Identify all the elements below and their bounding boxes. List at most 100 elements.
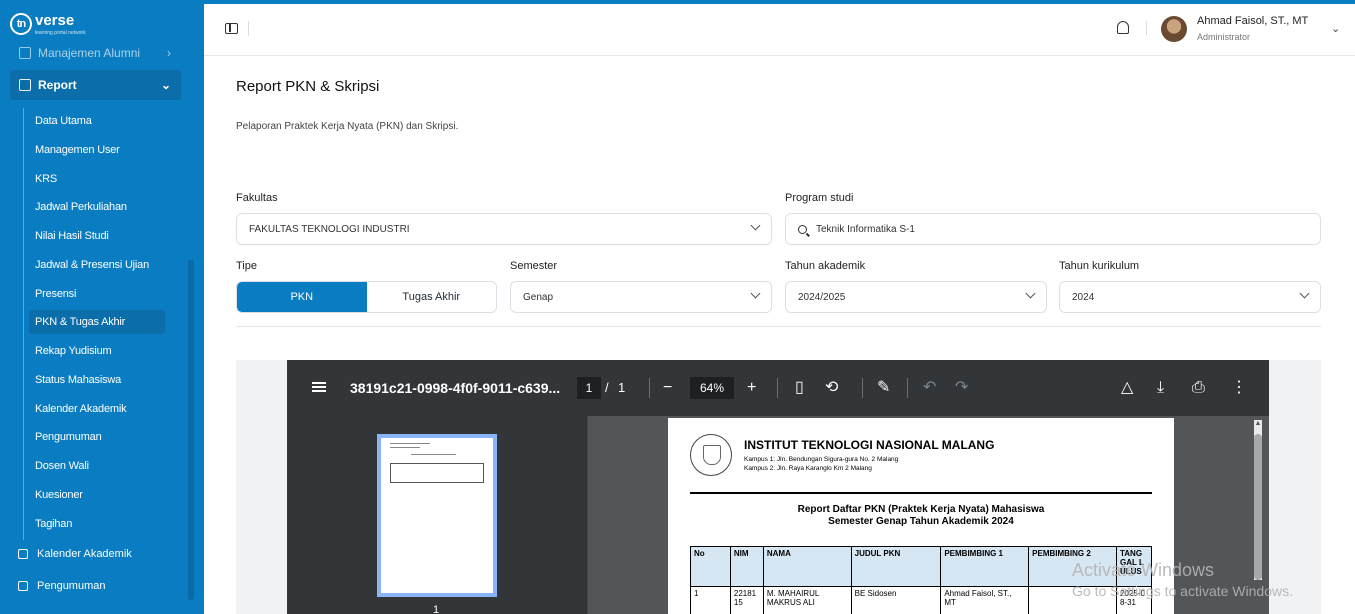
sidebar-item-label: Report xyxy=(38,78,77,92)
annotate-icon[interactable]: ✎ xyxy=(877,378,890,398)
tahun-kurikulum-label: Tahun kurikulum xyxy=(1059,260,1140,272)
thumb-line xyxy=(390,447,420,448)
fakultas-value: FAKULTAS TEKNOLOGI INDUSTRI xyxy=(249,223,410,235)
divider xyxy=(248,21,249,36)
logo-name: verse xyxy=(35,12,75,29)
sidebar-subitem[interactable]: KRS xyxy=(29,167,165,191)
pdf-file-name: 38191c21-0998-4f0f-9011-c639... xyxy=(350,380,561,396)
report-subtitle: Semester Genap Tahun Akademik 2024 xyxy=(828,516,1014,527)
chevron-down-icon xyxy=(750,288,761,299)
chevron-down-icon xyxy=(1299,288,1310,299)
thumb-line xyxy=(390,443,430,444)
zoom-out-icon[interactable]: − xyxy=(663,378,672,398)
semester-value: Genap xyxy=(523,291,554,303)
sidebar-subitem[interactable]: Status Mahasiswa xyxy=(29,368,165,392)
sidebar-item-label: Manajemen Alumni xyxy=(38,46,141,60)
pdf-scrollbar[interactable]: ▲ xyxy=(1254,420,1262,580)
divider xyxy=(907,378,908,398)
thumbnail-number: 1 xyxy=(433,604,440,614)
undo-icon[interactable]: ↶ xyxy=(923,378,936,398)
prodi-label: Program studi xyxy=(785,192,854,204)
tipe-option-pkn[interactable]: PKN xyxy=(237,282,367,312)
institution-seal xyxy=(690,434,732,476)
tahun-akademik-select[interactable]: 2024/2025 xyxy=(785,281,1047,313)
sidebar-subitem[interactable]: Tagihan xyxy=(29,512,165,536)
sidebar-item-report[interactable]: Report ⌄ xyxy=(10,70,181,100)
table-cell: M. MAHAIRUL MAKRUS ALI xyxy=(762,586,852,614)
column-header: JUDUL PKN xyxy=(850,546,942,587)
table-cell: BE Sidosen xyxy=(850,586,942,614)
divider xyxy=(777,378,778,398)
semester-select[interactable]: Genap xyxy=(510,281,772,313)
bell-icon[interactable] xyxy=(1117,21,1129,34)
sidebar-subitem[interactable]: Presensi xyxy=(29,282,165,306)
sidebar-subitem[interactable]: Dosen Wali xyxy=(29,454,165,478)
sidebar-subitem[interactable]: Kuesioner xyxy=(29,483,165,507)
report-title: Report Daftar PKN (Praktek Kerja Nyata) … xyxy=(797,504,1045,515)
watermark-subtitle: Go to Settings to activate Windows. xyxy=(1072,583,1293,599)
top-header: Ahmad Faisol, ST., MT Administrator ⌄ xyxy=(204,4,1355,56)
sidebar-item-kalender-akademik[interactable]: Kalender Akademik xyxy=(18,548,132,560)
tahun-kurikulum-value: 2024 xyxy=(1072,291,1095,303)
print-icon[interactable]: ⎙ xyxy=(1192,378,1205,398)
sidebar-item-label: Kalender Akademik xyxy=(37,548,132,560)
semester-label: Semester xyxy=(510,260,558,272)
zoom-input[interactable]: 64% xyxy=(690,377,734,399)
chevron-down-icon[interactable]: ⌄ xyxy=(1331,22,1340,35)
zoom-in-icon[interactable]: + xyxy=(747,378,756,398)
page-thumbnail[interactable] xyxy=(377,434,497,597)
prodi-search-input[interactable]: Teknik Informatika S-1 xyxy=(785,213,1321,245)
scrollbar-thumb[interactable] xyxy=(1254,434,1262,580)
sidebar-subitem[interactable]: Kalender Akademik xyxy=(29,397,165,421)
sidebar: tn verse learning portal network Manajem… xyxy=(0,0,204,614)
alumni-icon xyxy=(19,47,31,59)
page-number-input[interactable]: 1 xyxy=(577,377,601,399)
scroll-up-icon[interactable]: ▲ xyxy=(1254,420,1262,430)
section-divider xyxy=(236,326,1321,327)
total-pages: 1 xyxy=(618,380,626,395)
tipe-option-tugas-akhir[interactable]: Tugas Akhir xyxy=(367,282,497,312)
redo-icon[interactable]: ↷ xyxy=(955,378,968,398)
fit-page-icon[interactable]: ▯ xyxy=(795,378,804,398)
tipe-label: Tipe xyxy=(236,260,257,272)
save-drive-icon[interactable]: △ xyxy=(1121,378,1133,398)
sidebar-subitem[interactable]: Nilai Hasil Studi xyxy=(29,224,165,248)
submenu-line xyxy=(23,108,24,540)
sidebar-item-pengumuman[interactable]: Pengumuman xyxy=(18,580,106,592)
sidebar-item-label: Pengumuman xyxy=(37,580,106,592)
sidebar-subitem[interactable]: Data Utama xyxy=(29,109,165,133)
divider xyxy=(862,378,863,398)
app-logo[interactable]: tn verse learning portal network xyxy=(10,12,86,36)
more-options-icon[interactable]: ⋮ xyxy=(1231,378,1247,398)
sidebar-scrollbar[interactable] xyxy=(188,260,194,600)
header-rule xyxy=(690,492,1152,494)
sidebar-subitem[interactable]: Managemen User xyxy=(29,138,165,162)
tahun-akademik-value: 2024/2025 xyxy=(798,291,846,303)
tahun-kurikulum-select[interactable]: 2024 xyxy=(1059,281,1321,313)
download-icon[interactable]: ⤓ xyxy=(1157,378,1164,398)
sidebar-subitem[interactable]: Jadwal & Presensi Ujian xyxy=(29,253,165,277)
rotate-icon[interactable]: ⟲ xyxy=(825,378,838,398)
column-header: NAMA xyxy=(762,546,852,587)
chevron-down-icon xyxy=(1025,288,1036,299)
logo-mark: tn xyxy=(10,13,32,35)
page-separator: / xyxy=(605,380,609,395)
institution-name: INSTITUT TEKNOLOGI NASIONAL MALANG xyxy=(744,438,995,452)
chevron-down-icon xyxy=(750,220,761,231)
avatar[interactable] xyxy=(1161,16,1187,42)
menu-icon[interactable] xyxy=(312,382,326,392)
sidebar-subitem[interactable]: PKN & Tugas Akhir xyxy=(29,310,165,335)
institution-address-1: Kampus 1: Jln. Bendungan Sigura-gura No.… xyxy=(744,456,899,463)
pdf-toolbar: 38191c21-0998-4f0f-9011-c639... 1 / 1 − … xyxy=(287,360,1269,416)
sidebar-toggle-icon[interactable] xyxy=(225,23,238,34)
sidebar-subitem[interactable]: Rekap Yudisium xyxy=(29,339,165,363)
table-cell: Ahmad Faisol, ST., MT xyxy=(940,586,1030,614)
watermark-title: Activate Windows xyxy=(1072,560,1215,580)
page-description: Pelaporan Praktek Kerja Nyata (PKN) dan … xyxy=(236,121,459,132)
sidebar-item-manajemen-alumni[interactable]: Manajemen Alumni › xyxy=(10,38,181,68)
divider xyxy=(649,378,650,398)
sidebar-subitem[interactable]: Jadwal Perkuliahan xyxy=(29,195,165,219)
sidebar-subitem[interactable]: Pengumuman xyxy=(29,425,165,449)
fakultas-select[interactable]: FAKULTAS TEKNOLOGI INDUSTRI xyxy=(236,213,772,245)
table-cell: 22181 15 xyxy=(729,586,764,614)
